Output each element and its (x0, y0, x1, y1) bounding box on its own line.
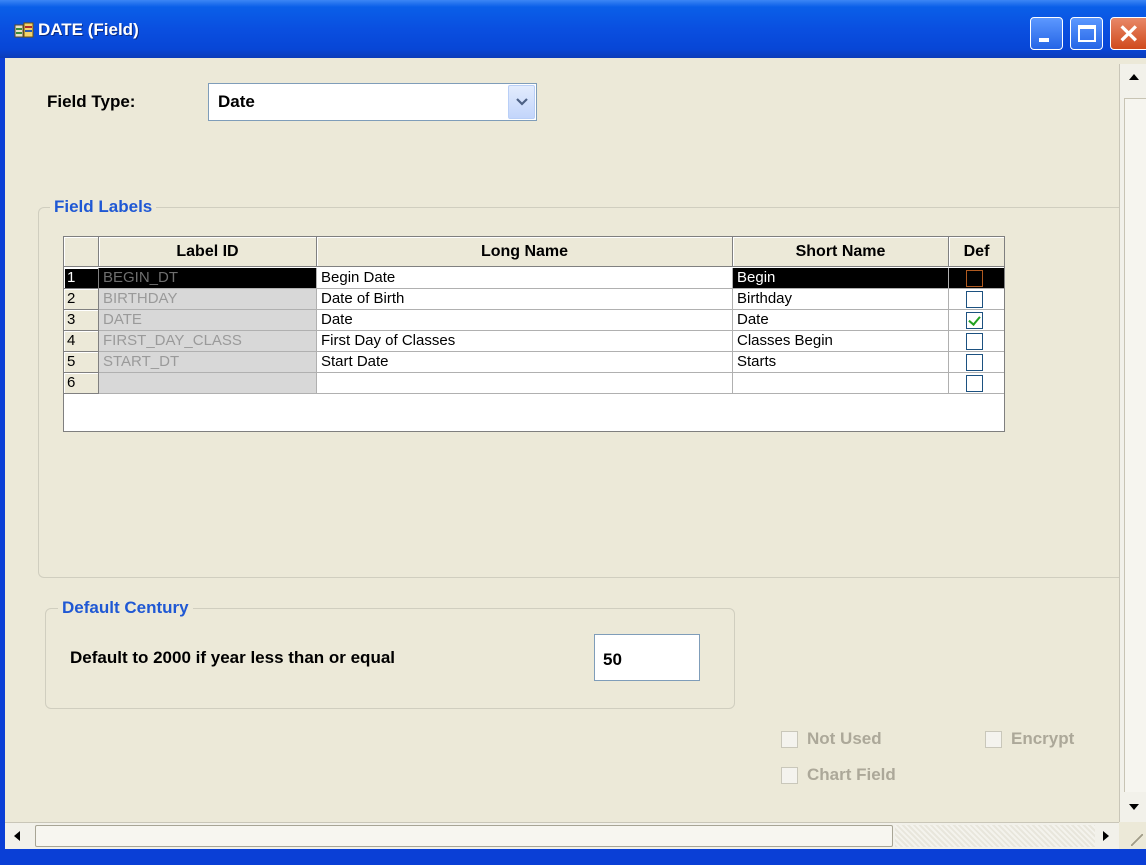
row-number[interactable]: 6 (64, 373, 99, 394)
row-number[interactable]: 1 (64, 268, 99, 289)
long-name-cell[interactable]: Begin Date (317, 268, 733, 289)
grid-corner (64, 237, 99, 267)
arrow-left-icon (14, 831, 20, 841)
not-used-label: Not Used (807, 729, 882, 748)
row-number[interactable]: 2 (64, 289, 99, 310)
scrollbar-track[interactable] (895, 825, 1095, 847)
def-cell (949, 331, 1004, 352)
column-header-short-name[interactable]: Short Name (733, 237, 949, 267)
horizontal-scrollbar[interactable] (5, 822, 1119, 849)
maximize-button[interactable] (1070, 17, 1103, 50)
dropdown-button[interactable] (508, 85, 535, 119)
scroll-up-button[interactable] (1120, 64, 1146, 91)
column-header-label-id[interactable]: Label ID (99, 237, 317, 267)
chart-field-label: Chart Field (807, 765, 896, 784)
window-title: DATE (Field) (38, 20, 139, 39)
def-cell (949, 268, 1004, 289)
short-name-cell[interactable]: Classes Begin (733, 331, 949, 352)
column-header-def[interactable]: Def (949, 237, 1004, 267)
scroll-right-button[interactable] (1093, 823, 1120, 849)
short-name-cell[interactable]: Starts (733, 352, 949, 373)
field-labels-legend: Field Labels (50, 197, 157, 217)
table-row[interactable]: 4 FIRST_DAY_CLASS First Day of Classes Clas… (64, 331, 1004, 352)
label-id-cell[interactable] (99, 373, 317, 394)
checkbox-box (781, 767, 798, 784)
scroll-down-button[interactable] (1120, 792, 1146, 822)
not-used-checkbox[interactable]: Not Used (781, 729, 941, 751)
scroll-left-button[interactable] (5, 823, 32, 849)
def-cell (949, 352, 1004, 373)
column-header-long-name[interactable]: Long Name (317, 237, 733, 267)
long-name-cell[interactable] (317, 373, 733, 394)
long-name-cell[interactable]: First Day of Classes (317, 331, 733, 352)
long-name-cell[interactable]: Date (317, 310, 733, 331)
default-checkbox[interactable] (966, 375, 983, 392)
table-row[interactable]: 3 DATE Date Date (64, 310, 1004, 331)
arrow-down-icon (1129, 804, 1139, 810)
label-id-cell[interactable]: BEGIN_DT (99, 268, 317, 289)
label-id-cell[interactable]: BIRTHDAY (99, 289, 317, 310)
short-name-cell[interactable]: Begin (733, 268, 949, 289)
long-name-cell[interactable]: Date of Birth (317, 289, 733, 310)
default-checkbox[interactable] (966, 270, 983, 287)
field-type-dropdown[interactable]: Date (208, 83, 537, 121)
row-number[interactable]: 4 (64, 331, 99, 352)
short-name-cell[interactable]: Date (733, 310, 949, 331)
field-labels-grid[interactable]: Label ID Long Name Short Name Def 1 BEGIN… (63, 236, 1005, 432)
grip-icon (1131, 834, 1143, 846)
checkbox-box (985, 731, 1002, 748)
checkbox-box (781, 731, 798, 748)
close-button[interactable]: × (1110, 16, 1146, 50)
default-century-input[interactable] (594, 634, 700, 681)
window: DATE (Field) × Field Type: Date Field La… (0, 0, 1146, 865)
default-century-legend: Default Century (58, 598, 193, 618)
short-name-cell[interactable]: Birthday (733, 289, 949, 310)
arrow-up-icon (1129, 74, 1139, 80)
table-row[interactable]: 1 BEGIN_DT Begin Date Begin (64, 268, 1004, 289)
label-id-cell[interactable]: START_DT (99, 352, 317, 373)
encrypt-checkbox[interactable]: Encrypt (985, 729, 1115, 751)
default-checkbox[interactable] (966, 354, 983, 371)
scrollbar-thumb[interactable] (35, 825, 893, 847)
field-type-label: Field Type: (47, 92, 136, 111)
resize-grip[interactable] (1119, 822, 1146, 849)
default-checkbox[interactable] (966, 333, 983, 350)
table-row[interactable]: 6 (64, 373, 1004, 394)
chart-field-checkbox[interactable]: Chart Field (781, 765, 951, 787)
field-definition-icon (14, 22, 34, 38)
table-row[interactable]: 2 BIRTHDAY Date of Birth Birthday (64, 289, 1004, 310)
window-border (0, 849, 1146, 865)
encrypt-label: Encrypt (1011, 729, 1075, 748)
row-number[interactable]: 5 (64, 352, 99, 373)
def-cell (949, 310, 1004, 331)
maximize-icon (1078, 25, 1096, 42)
title-bar[interactable]: DATE (Field) × (0, 0, 1146, 58)
chevron-down-icon (516, 98, 528, 106)
def-cell (949, 373, 1004, 394)
default-checkbox[interactable] (966, 291, 983, 308)
default-checkbox[interactable] (966, 312, 983, 329)
vertical-scrollbar[interactable] (1119, 64, 1146, 843)
row-number[interactable]: 3 (64, 310, 99, 331)
long-name-cell[interactable]: Start Date (317, 352, 733, 373)
def-cell (949, 289, 1004, 310)
close-icon: × (1117, 16, 1141, 49)
minimize-icon (1039, 38, 1049, 42)
table-row[interactable]: 5 START_DT Start Date Starts (64, 352, 1004, 373)
label-id-cell[interactable]: FIRST_DAY_CLASS (99, 331, 317, 352)
short-name-cell[interactable] (733, 373, 949, 394)
label-id-cell[interactable]: DATE (99, 310, 317, 331)
default-century-label: Default to 2000 if year less than or equ… (70, 648, 396, 667)
arrow-right-icon (1103, 831, 1109, 841)
minimize-button[interactable] (1030, 17, 1063, 50)
scrollbar-thumb[interactable] (1124, 98, 1146, 843)
field-type-value: Date (218, 92, 255, 111)
